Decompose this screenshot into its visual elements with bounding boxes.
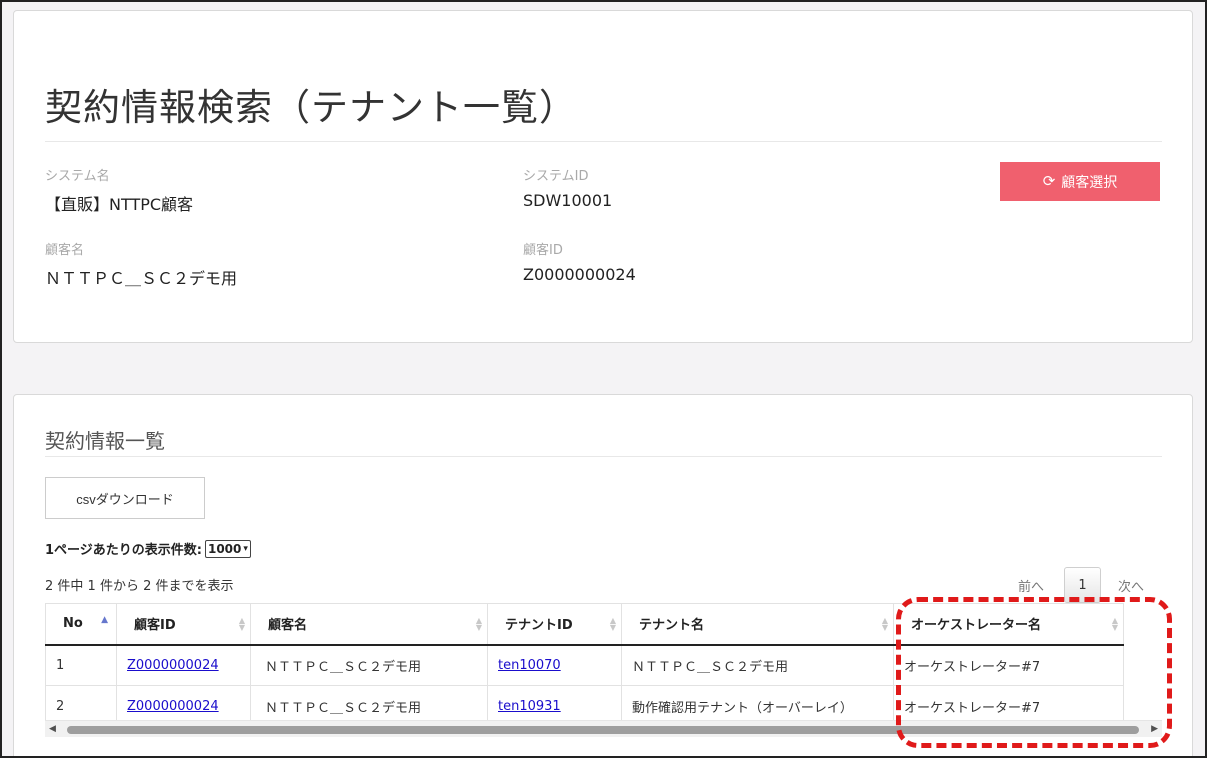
contract-list-card: 契約情報一覧 csvダウンロード 1ページあたりの表示件数: 1000 ▾ 2 …	[13, 394, 1193, 758]
scroll-left-icon[interactable]: ◀	[49, 724, 56, 734]
sort-icon: ▲ ▼	[881, 616, 888, 632]
customer-id-link[interactable]: Z0000000024	[127, 699, 219, 714]
sort-icon: ▲ ▼	[1111, 616, 1118, 632]
customer-info-card: 契約情報検索（テナント一覧） システム名 【直販】NTTPC顧客 システムID …	[13, 10, 1193, 343]
sort-icon: ▲ ▼	[475, 616, 482, 632]
horizontal-scrollbar[interactable]: ◀ ▶	[45, 720, 1162, 737]
cell-tenant-name: ＮＴＴＰＣ＿ＳＣ２デモ用	[621, 644, 894, 686]
cell-customer-id: Z0000000024	[116, 644, 251, 686]
per-page-select[interactable]: 1000 ▾	[204, 539, 251, 558]
cell-orchestrator: オーケストレーター#7	[893, 644, 1124, 686]
table-row: 1 Z0000000024 ＮＴＴＰＣ＿ＳＣ２デモ用 ten10070 ＮＴＴＰ…	[45, 644, 1124, 686]
pagination-prev[interactable]: 前へ	[1018, 576, 1044, 595]
system-name-label: システム名	[45, 169, 110, 184]
column-header-no[interactable]: No ▲	[45, 603, 117, 646]
customer-name-value: ＮＴＴＰＣ＿ＳＣ２デモ用	[45, 269, 238, 288]
customer-select-label: 顧客選択	[1061, 173, 1118, 190]
page-title: 契約情報検索（テナント一覧）	[45, 86, 577, 129]
column-header-orchestrator[interactable]: オーケストレーター名 ▲ ▼	[893, 603, 1124, 646]
section-title: 契約情報一覧	[45, 429, 165, 453]
system-id-label: システムID	[523, 169, 589, 184]
table-header-row: No ▲ 顧客ID ▲ ▼ 顧客名 ▲ ▼ テナントID ▲ ▼ テナント名 ▲ ▼ オーケストレ…	[45, 603, 1124, 646]
column-header-tenant-name[interactable]: テナント名 ▲ ▼	[621, 603, 894, 646]
column-header-tenant-id[interactable]: テナントID ▲ ▼	[487, 603, 622, 646]
sort-icon: ▲ ▼	[609, 616, 616, 632]
column-header-customer-name[interactable]: 顧客名 ▲ ▼	[250, 603, 488, 646]
scroll-right-icon[interactable]: ▶	[1151, 724, 1158, 734]
sort-icon: ▲ ▼	[238, 616, 245, 632]
system-name-value: 【直販】NTTPC顧客	[45, 195, 194, 214]
tenant-id-link[interactable]: ten10931	[498, 699, 561, 714]
pagination-next[interactable]: 次へ	[1118, 576, 1144, 595]
title-divider	[45, 141, 1162, 142]
scrollbar-thumb[interactable]	[67, 726, 1139, 734]
customer-id-value: Z0000000024	[523, 265, 636, 284]
table-info: 2 件中 1 件から 2 件までを表示	[45, 579, 234, 594]
section-divider	[45, 456, 1162, 457]
sort-asc-icon: ▲	[101, 615, 108, 625]
customer-name-label: 顧客名	[45, 243, 85, 258]
column-header-customer-id[interactable]: 顧客ID ▲ ▼	[116, 603, 251, 646]
refresh-icon: ⟳	[1042, 173, 1056, 190]
customer-id-label: 顧客ID	[523, 243, 563, 258]
pagination-page-1[interactable]: 1	[1064, 567, 1101, 603]
per-page-value: 1000	[207, 541, 242, 556]
system-id-value: SDW10001	[523, 191, 613, 210]
chevron-down-icon: ▾	[243, 543, 248, 554]
cell-customer-name: ＮＴＴＰＣ＿ＳＣ２デモ用	[250, 644, 488, 686]
cell-no: 1	[45, 644, 117, 686]
contract-table: No ▲ 顧客ID ▲ ▼ 顧客名 ▲ ▼ テナントID ▲ ▼ テナント名 ▲ ▼ オーケストレ…	[45, 603, 1124, 727]
customer-select-button[interactable]: ⟳ 顧客選択	[1000, 162, 1160, 201]
per-page-control: 1ページあたりの表示件数: 1000 ▾	[45, 539, 251, 558]
tenant-id-link[interactable]: ten10070	[498, 658, 561, 673]
cell-tenant-id: ten10070	[487, 644, 622, 686]
csv-download-button[interactable]: csvダウンロード	[45, 477, 205, 519]
customer-id-link[interactable]: Z0000000024	[127, 658, 219, 673]
per-page-label: 1ページあたりの表示件数:	[45, 543, 202, 558]
